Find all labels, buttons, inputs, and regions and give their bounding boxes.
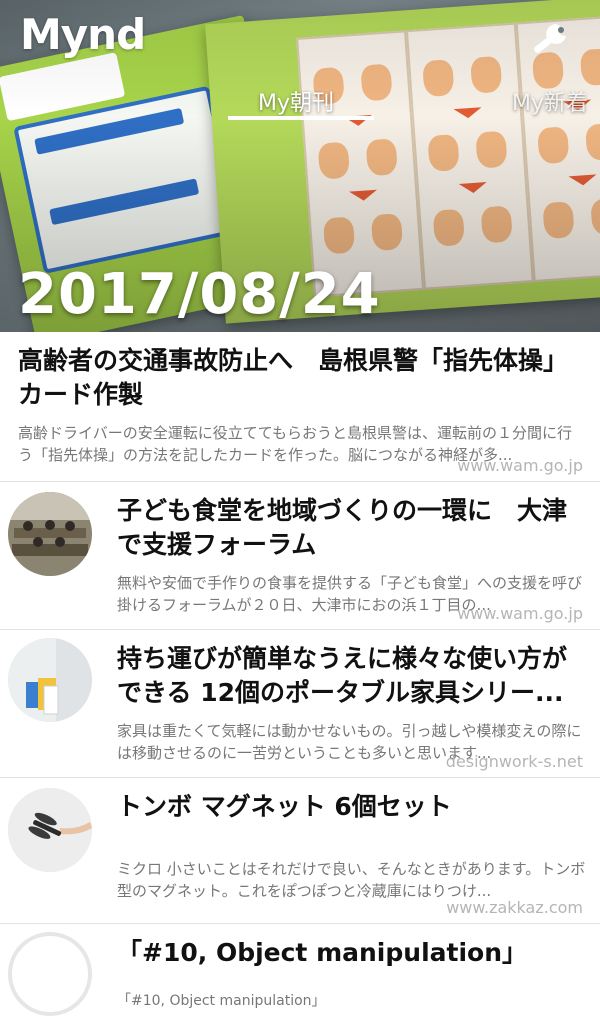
- article-item[interactable]: 子ども食堂を地域づくりの一環に 大津で支援フォーラム 無料や安価で手作りの食事を…: [0, 482, 600, 630]
- article-title: 子ども食堂を地域づくりの一環に 大津で支援フォーラム: [117, 496, 568, 559]
- article-description: ミクロ 小さいことはそれだけで良い、そんなときがあります。トンボ型のマグネット。…: [117, 860, 586, 900]
- article-thumbnail: [8, 638, 92, 722]
- article-item[interactable]: トンボ マグネット 6個セット ミクロ 小さいことはそれだけで良い、そんなときが…: [0, 778, 600, 924]
- article-thumbnail: [8, 788, 92, 872]
- article-source: www.wam.go.jp: [457, 604, 583, 623]
- article-list: 高齢者の交通事故防止へ 島根県警「指先体操」カード作製 高齢ドライバーの安全運転…: [0, 332, 600, 1025]
- app-logo: Mynd: [20, 10, 146, 59]
- article-source: designwork-s.net: [445, 752, 583, 771]
- article-text: 高齢者の交通事故防止へ 島根県警「指先体操」カード作製 高齢ドライバーの安全運転…: [18, 344, 586, 466]
- article-title: 持ち運びが簡単なうえに様々な使い方ができる 12個のポータブル家具シリー...: [117, 644, 568, 707]
- article-item[interactable]: 「#10, Object manipulation」 「#10, Object …: [0, 924, 600, 1025]
- tab-my-new-arrivals[interactable]: My新着: [512, 85, 588, 117]
- tab-my-morning-edition[interactable]: My朝刊: [258, 85, 334, 117]
- article-text: トンボ マグネット 6個セット ミクロ 小さいことはそれだけで良い、そんなときが…: [117, 790, 586, 902]
- article-item[interactable]: 高齢者の交通事故防止へ 島根県警「指先体操」カード作製 高齢ドライバーの安全運転…: [0, 332, 600, 482]
- article-text: 「#10, Object manipulation」 「#10, Object …: [117, 936, 586, 1012]
- article-thumbnail-placeholder: [8, 932, 92, 1016]
- hero-banner[interactable]: Mynd My朝刊 My新着 2017/08/24: [0, 0, 600, 332]
- article-description: 「#10, Object manipulation」: [117, 993, 326, 1009]
- article-thumbnail: [8, 492, 92, 576]
- article-text: 持ち運びが簡単なうえに様々な使い方ができる 12個のポータブル家具シリー... …: [117, 642, 586, 764]
- article-item[interactable]: 持ち運びが簡単なうえに様々な使い方ができる 12個のポータブル家具シリー... …: [0, 630, 600, 778]
- hero-date: 2017/08/24: [18, 262, 381, 327]
- article-text: 子ども食堂を地域づくりの一環に 大津で支援フォーラム 無料や安価で手作りの食事を…: [117, 494, 586, 616]
- active-tab-indicator: [228, 116, 374, 120]
- article-title: 高齢者の交通事故防止へ 島根県警「指先体操」カード作製: [18, 346, 569, 409]
- wrench-icon[interactable]: [528, 18, 572, 58]
- article-title: 「#10, Object manipulation」: [117, 938, 527, 967]
- article-source: www.zakkaz.com: [446, 898, 583, 917]
- article-source: www.wam.go.jp: [457, 456, 583, 475]
- article-title: トンボ マグネット 6個セット: [117, 792, 452, 821]
